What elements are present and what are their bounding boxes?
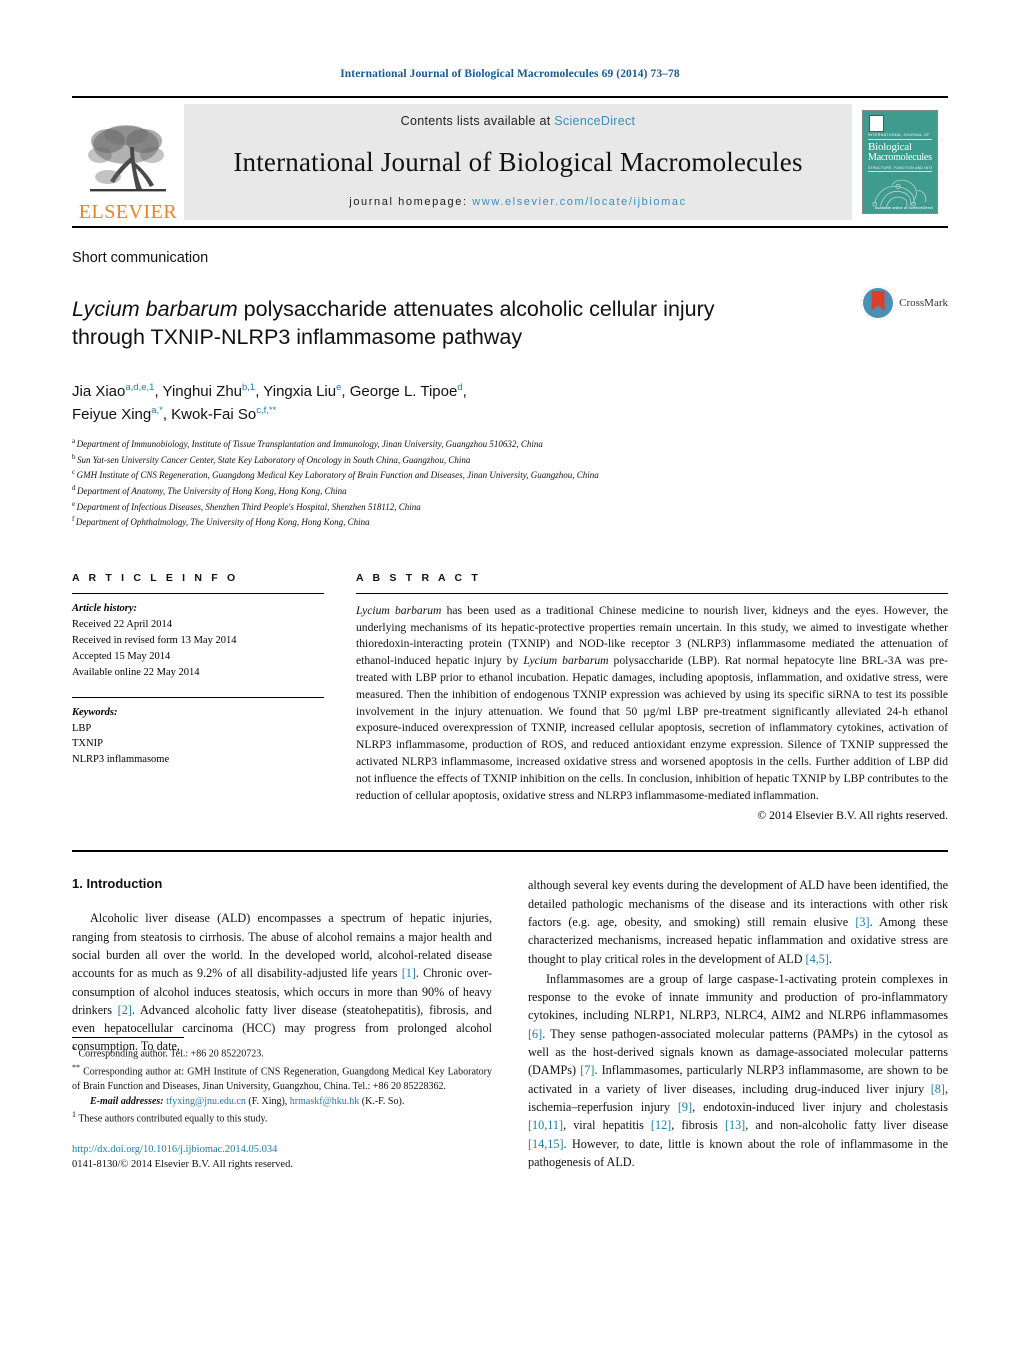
footnote-corresponding-1: * Corresponding author. Tel.: +86 20 852… bbox=[72, 1044, 264, 1059]
author-list: Jia Xiaoa,d,e,1, Yinghui Zhub,1, Yingxia… bbox=[72, 381, 467, 424]
abstract-copyright: © 2014 Elsevier B.V. All rights reserved… bbox=[757, 809, 948, 823]
affiliation-text: Department of Immunobiology, Institute o… bbox=[76, 439, 543, 450]
elsevier-wordmark: ELSEVIER bbox=[78, 201, 178, 223]
article-type: Short communication bbox=[72, 250, 209, 266]
abstract-column: A B S T R A C T Lycium barbarum has been… bbox=[356, 571, 948, 823]
affiliation-item: c GMH Institute of CNS Regeneration, Guan… bbox=[72, 467, 948, 483]
paragraph: Alcoholic liver disease (ALD) encompasse… bbox=[72, 911, 493, 1054]
footnote-email-addresses[interactable]: E-mail addresses: tfyxing@jnu.edu.cn (F.… bbox=[72, 1095, 492, 1110]
homepage-prefix: journal homepage: bbox=[349, 196, 473, 208]
elsevier-logo: ELSEVIER bbox=[72, 98, 184, 226]
cover-title-line2: Macromolecules bbox=[868, 152, 932, 163]
crossmark-badge[interactable]: CrossMark bbox=[861, 286, 948, 320]
crossmark-icon bbox=[861, 286, 896, 320]
elsevier-badge-icon bbox=[869, 115, 884, 132]
affiliation-text: Department of Anatomy, The University of… bbox=[77, 486, 347, 497]
article-info-heading: A R T I C L E I N F O bbox=[72, 571, 239, 584]
history-item: Accepted 15 May 2014 bbox=[72, 650, 171, 662]
page-title: Lycium barbarum polysaccharide attenuate… bbox=[72, 296, 861, 351]
affiliation-item: a Department of Immunobiology, Institute … bbox=[72, 436, 948, 452]
contents-prefix: Contents lists available at bbox=[400, 114, 555, 128]
paragraph: although several key events during the d… bbox=[528, 878, 948, 966]
divider bbox=[356, 592, 948, 594]
affiliation-text: Sun Yat-sen University Cancer Center, St… bbox=[77, 454, 471, 465]
cover-superline: INTERNATIONAL JOURNAL OF bbox=[868, 133, 930, 137]
homepage-url-link[interactable]: www.elsevier.com/locate/ijbiomac bbox=[472, 196, 686, 208]
elsevier-tree-icon bbox=[88, 125, 166, 192]
affiliation-mark: b bbox=[72, 452, 76, 461]
affiliation-mark: a bbox=[72, 437, 76, 446]
affiliation-item: b Sun Yat-sen University Cancer Center, S… bbox=[72, 452, 948, 468]
history-item: Available online 22 May 2014 bbox=[72, 666, 200, 678]
cover-footer: Available online at ScienceDirect bbox=[874, 204, 933, 210]
abstract-heading: A B S T R A C T bbox=[356, 571, 481, 584]
doi-link[interactable]: http://dx.doi.org/10.1016/j.ijbiomac.201… bbox=[72, 1142, 492, 1158]
article-history: Article history: Received 22 April 2014 … bbox=[72, 601, 324, 681]
keyword-item: LBP bbox=[72, 722, 92, 734]
journal-masthead: ELSEVIER Contents lists available at Sci… bbox=[72, 96, 948, 228]
footnote-corresponding-2: ** Corresponding author at: GMH Institut… bbox=[72, 1062, 492, 1092]
affiliation-text: Department of Infectious Diseases, Shenz… bbox=[76, 501, 421, 512]
abstract-body: Lycium barbarum has been used as a tradi… bbox=[356, 603, 948, 802]
footnotes-block: * Corresponding author. Tel.: +86 20 852… bbox=[72, 1036, 492, 1173]
article-history-label: Article history: bbox=[72, 602, 138, 614]
body-left-column: 1. Introduction Alcoholic liver disease … bbox=[72, 876, 492, 1173]
title-line2: through TXNIP-NLRP3 inflammasome pathway bbox=[72, 324, 523, 349]
journal-article-page: International Journal of Biological Macr… bbox=[0, 0, 1020, 1351]
footnote-rule bbox=[72, 1036, 184, 1038]
footnote-equal-contribution: 1 These authors contributed equally to t… bbox=[72, 1110, 268, 1125]
running-head: International Journal of Biological Macr… bbox=[340, 68, 680, 80]
sciencedirect-link[interactable]: ScienceDirect bbox=[554, 114, 635, 128]
keywords-label: Keywords: bbox=[72, 706, 118, 718]
crossmark-label: CrossMark bbox=[899, 297, 948, 309]
affiliation-mark: c bbox=[72, 468, 76, 477]
journal-cover-image: INTERNATIONAL JOURNAL OF Biological Macr… bbox=[862, 110, 938, 214]
masthead-center: Contents lists available at ScienceDirec… bbox=[184, 104, 852, 220]
section-heading-introduction: 1. Introduction bbox=[72, 876, 163, 892]
keyword-item: TXNIP bbox=[72, 738, 103, 750]
affiliation-item: f Department of Ophthalmology, The Univer… bbox=[72, 514, 948, 530]
affiliation-mark: d bbox=[72, 484, 76, 493]
journal-cover-block: INTERNATIONAL JOURNAL OF Biological Macr… bbox=[852, 98, 948, 226]
article-info-column: A R T I C L E I N F O Article history: R… bbox=[72, 572, 324, 823]
affiliation-text: Department of Ophthalmology, The Univers… bbox=[75, 517, 370, 528]
keyword-item: NLRP3 inflammasome bbox=[72, 754, 170, 766]
cover-subtitle: STRUCTURE, FUNCTION AND INTERACTIONS bbox=[868, 166, 932, 170]
affiliation-item: d Department of Anatomy, The University o… bbox=[72, 483, 948, 499]
body-columns: 1. Introduction Alcoholic liver disease … bbox=[72, 876, 948, 1173]
title-rest-line1: polysaccharide attenuates alcoholic cell… bbox=[237, 297, 715, 322]
divider bbox=[72, 696, 324, 698]
cover-rule-top bbox=[868, 139, 932, 140]
divider bbox=[72, 592, 324, 594]
title-italic-lead: Lycium barbarum bbox=[72, 297, 238, 322]
affiliation-mark: f bbox=[72, 515, 75, 524]
section-divider bbox=[72, 850, 948, 853]
issn-copyright: 0141-8130/© 2014 Elsevier B.V. All right… bbox=[72, 1159, 293, 1171]
affiliation-text: GMH Institute of CNS Regeneration, Guang… bbox=[76, 470, 599, 481]
info-abstract-block: A R T I C L E I N F O Article history: R… bbox=[72, 571, 948, 823]
body-right-column: although several key events during the d… bbox=[528, 876, 948, 1173]
history-item: Received in revised form 13 May 2014 bbox=[72, 634, 237, 646]
journal-homepage-line: journal homepage: www.elsevier.com/locat… bbox=[349, 196, 686, 208]
keywords-block: Keywords: LBP TXNIP NLRP3 inflammasome bbox=[72, 705, 324, 769]
journal-title: International Journal of Biological Macr… bbox=[233, 146, 803, 177]
affiliation-mark: e bbox=[72, 499, 76, 508]
contents-available-line: Contents lists available at ScienceDirec… bbox=[401, 114, 636, 128]
title-row: Lycium barbarum polysaccharide attenuate… bbox=[72, 282, 948, 366]
paragraph: Inflammasomes are a group of large caspa… bbox=[528, 971, 948, 1169]
affiliation-list: a Department of Immunobiology, Institute … bbox=[72, 436, 948, 529]
affiliation-item: e Department of Infectious Diseases, Shen… bbox=[72, 499, 948, 515]
history-item: Received 22 April 2014 bbox=[72, 618, 173, 630]
